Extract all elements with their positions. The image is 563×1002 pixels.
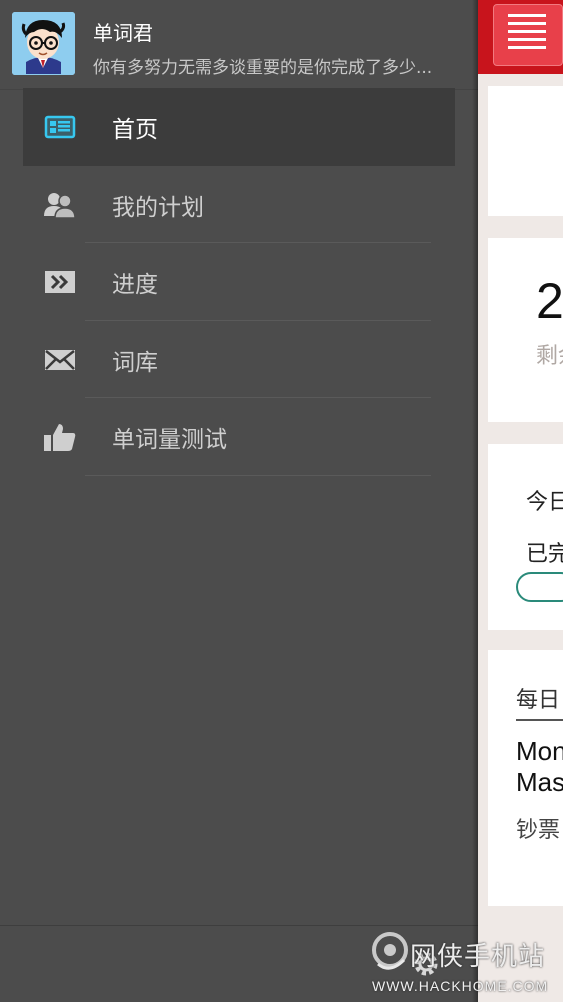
menu-item-home[interactable]: 首页 <box>23 88 455 166</box>
watermark-title: 网侠手机站 <box>410 942 546 972</box>
menu-toggle-button[interactable] <box>493 4 563 66</box>
menu-divider <box>85 474 431 476</box>
drawer-menu: 首页 我的计划 进度 词库 单词量测试 <box>23 88 455 476</box>
remaining-card[interactable] <box>488 238 563 422</box>
drawer-shadow <box>472 0 478 1002</box>
home-list-icon <box>43 111 77 143</box>
watermark: 网侠手机站 WWW.HACKHOME.COM <box>366 930 563 1002</box>
profile-header[interactable]: 单词君 你有多努力无需多谈重要的是你完成了多少... <box>0 0 478 86</box>
menu-item-my-plan[interactable]: 我的计划 <box>23 166 455 243</box>
menu-item-vocab-test[interactable]: 单词量测试 <box>23 398 455 476</box>
envelope-icon <box>43 344 77 376</box>
daily-divider <box>516 719 563 721</box>
remaining-count: 2 <box>536 273 563 329</box>
progress-bar <box>516 572 563 602</box>
remaining-label: 剩余 <box>536 344 563 369</box>
footer-divider <box>0 925 478 926</box>
today-label: 今日 <box>526 490 563 515</box>
profile-tagline: 你有多努力无需多谈重要的是你完成了多少... <box>93 58 433 78</box>
profile-name: 单词君 <box>93 21 153 45</box>
menu-item-label: 进度 <box>112 272 158 298</box>
avatar[interactable] <box>12 12 75 75</box>
menu-item-label: 我的计划 <box>112 194 204 221</box>
english-sentence-line1: Mon <box>516 736 563 766</box>
summary-card <box>488 86 563 216</box>
users-icon <box>43 189 77 221</box>
completed-label: 已完 <box>526 542 563 567</box>
watermark-url: WWW.HACKHOME.COM <box>372 978 549 994</box>
menu-item-progress[interactable]: 进度 <box>23 243 455 321</box>
menu-item-vocabulary[interactable]: 词库 <box>23 321 455 398</box>
chinese-sentence: 钞票 <box>516 818 561 843</box>
menu-item-label: 首页 <box>112 117 158 143</box>
daily-label: 每日 <box>516 688 561 713</box>
watermark-logo-icon <box>370 930 410 974</box>
menu-item-label: 单词量测试 <box>112 427 227 453</box>
thumbs-up-icon <box>43 421 77 453</box>
menu-item-label: 词库 <box>112 349 158 376</box>
forward-icon <box>43 266 77 298</box>
navigation-drawer: 单词君 你有多努力无需多谈重要的是你完成了多少... 首页 我的计划 进度 词库… <box>0 0 478 1002</box>
english-sentence-line2: Mas <box>516 767 563 797</box>
